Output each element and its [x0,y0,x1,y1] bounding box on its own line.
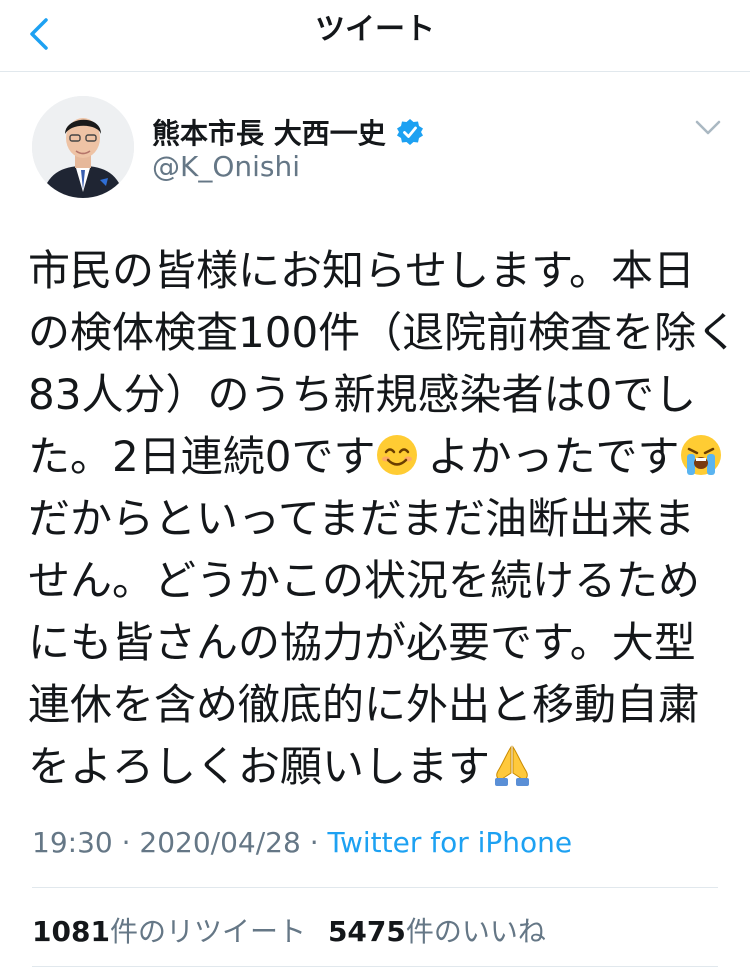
tweet-line: だからといってまだまだ油断出来ま [28,494,695,543]
meta-separator: · [300,826,328,859]
like-count: 5475 [327,915,406,948]
folded-hands-icon [495,745,530,786]
tweet-line-with-emoji: た。2日連続0です よかったです [28,426,728,488]
author-display-name[interactable]: 熊本市長 大西一史 [152,112,386,152]
loudly-crying-face-icon [681,435,722,475]
divider [32,966,718,967]
meta-separator: · [112,826,140,859]
divider [32,887,718,888]
author-handle[interactable]: @K_Onishi [152,150,300,183]
tweet-source-link[interactable]: Twitter for iPhone [328,826,573,859]
chevron-down-icon[interactable] [694,118,722,138]
like-label: 件のいいね [405,915,546,948]
tweet-stats: 1081件のリツイート 5475件のいいね [32,910,546,950]
tweet-time: 19:30 [32,826,113,859]
page-title: ツイート [315,12,435,47]
smiling-face-icon [377,435,418,475]
tweet-line: 83人分）のうち新規感染者は0でし [28,370,697,419]
retweet-label: 件のリツイート [109,915,306,948]
tweet-line-segment: をよろしくお願いします [28,742,491,791]
tweet-line: せん。どうかこの状況を続けるため [28,556,701,605]
tweet-line-segment: よかったです [427,432,680,481]
tweet-line: にも皆さんの協力が必要です。大型 [28,618,696,667]
retweet-count-link[interactable]: 1081件のリツイート [32,915,306,948]
tweet-meta: 19:30 · 2020/04/28 · Twitter for iPhone [32,826,572,859]
avatar[interactable] [32,96,134,198]
top-bar: ツイート [0,0,750,72]
tweet-line-segment: た。2日連続0です [28,432,376,481]
retweet-count: 1081 [32,915,110,948]
tweet-text: 市民の皆様にお知らせします。本日 の検体検査100件（退院前検査を除く 83人分… [28,240,739,798]
verified-badge-icon [396,119,423,145]
tweet-line-with-emoji: をよろしくお願いします [28,736,728,798]
author-name-row: 熊本市長 大西一史 [152,112,424,152]
like-count-link[interactable]: 5475件のいいね [328,915,546,948]
avatar-portrait-icon [32,96,134,198]
tweet-line: 市民の皆様にお知らせします。本日 [28,246,695,295]
tweet-date: 2020/04/28 [139,826,301,859]
tweet-line: 連休を含め徹底的に外出と移動自粛 [28,680,701,729]
tweet-line: の検体検査100件（退院前検査を除く [28,308,739,357]
